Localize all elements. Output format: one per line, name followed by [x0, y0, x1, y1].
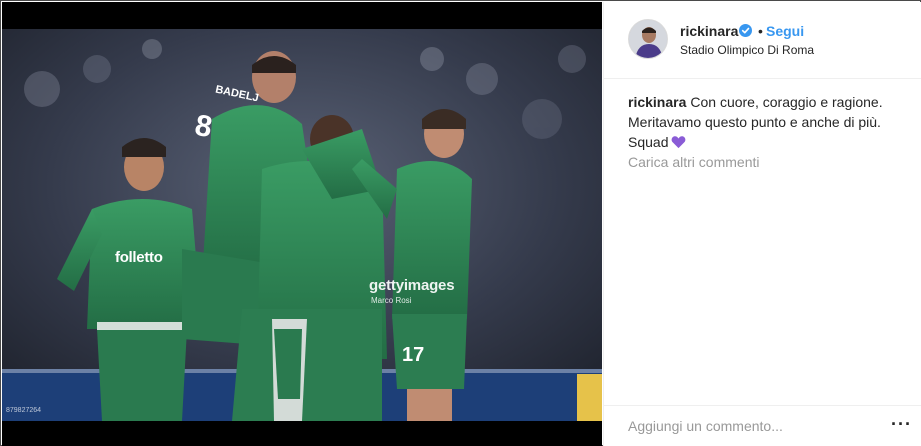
post-media[interactable]: BADELJ 8 folletto 17 gettyimages Marco R…	[2, 2, 602, 446]
follow-button[interactable]: Segui	[766, 23, 804, 39]
watermark-credit: Marco Rosi	[371, 296, 412, 305]
photo-illustration	[2, 29, 602, 421]
comment-bar: ···	[604, 405, 921, 446]
more-options-icon[interactable]: ···	[891, 414, 912, 435]
location-link[interactable]: Stadio Olimpico Di Roma	[680, 43, 814, 57]
caption-username-link[interactable]: rickinara	[628, 94, 686, 110]
getty-watermark: gettyimages	[369, 277, 455, 294]
jersey-sponsor-text: folletto	[115, 249, 163, 266]
load-more-comments-link[interactable]: Carica altri commenti	[628, 154, 759, 170]
post-caption: rickinara Con cuore, coraggio e ragione. …	[628, 92, 908, 152]
image-id-text: 879827264	[6, 407, 42, 414]
avatar-image	[629, 20, 667, 58]
media-letterbox-top	[2, 2, 602, 29]
media-letterbox-bottom	[2, 421, 602, 446]
post-sidebar: rickinara • Segui Stadio Olimpico Di Rom…	[603, 2, 921, 446]
post-photo[interactable]	[2, 29, 602, 421]
jersey-number-17: 17	[402, 344, 425, 366]
separator-dot: •	[758, 23, 763, 39]
username-link[interactable]: rickinara	[680, 23, 738, 39]
comment-input[interactable]	[628, 416, 868, 436]
post-modal: BADELJ 8 folletto 17 gettyimages Marco R…	[0, 0, 921, 446]
avatar[interactable]	[628, 19, 668, 59]
post-header: rickinara • Segui Stadio Olimpico Di Rom…	[604, 2, 921, 79]
verified-badge-icon	[739, 24, 752, 37]
purple-heart-icon	[672, 136, 686, 149]
